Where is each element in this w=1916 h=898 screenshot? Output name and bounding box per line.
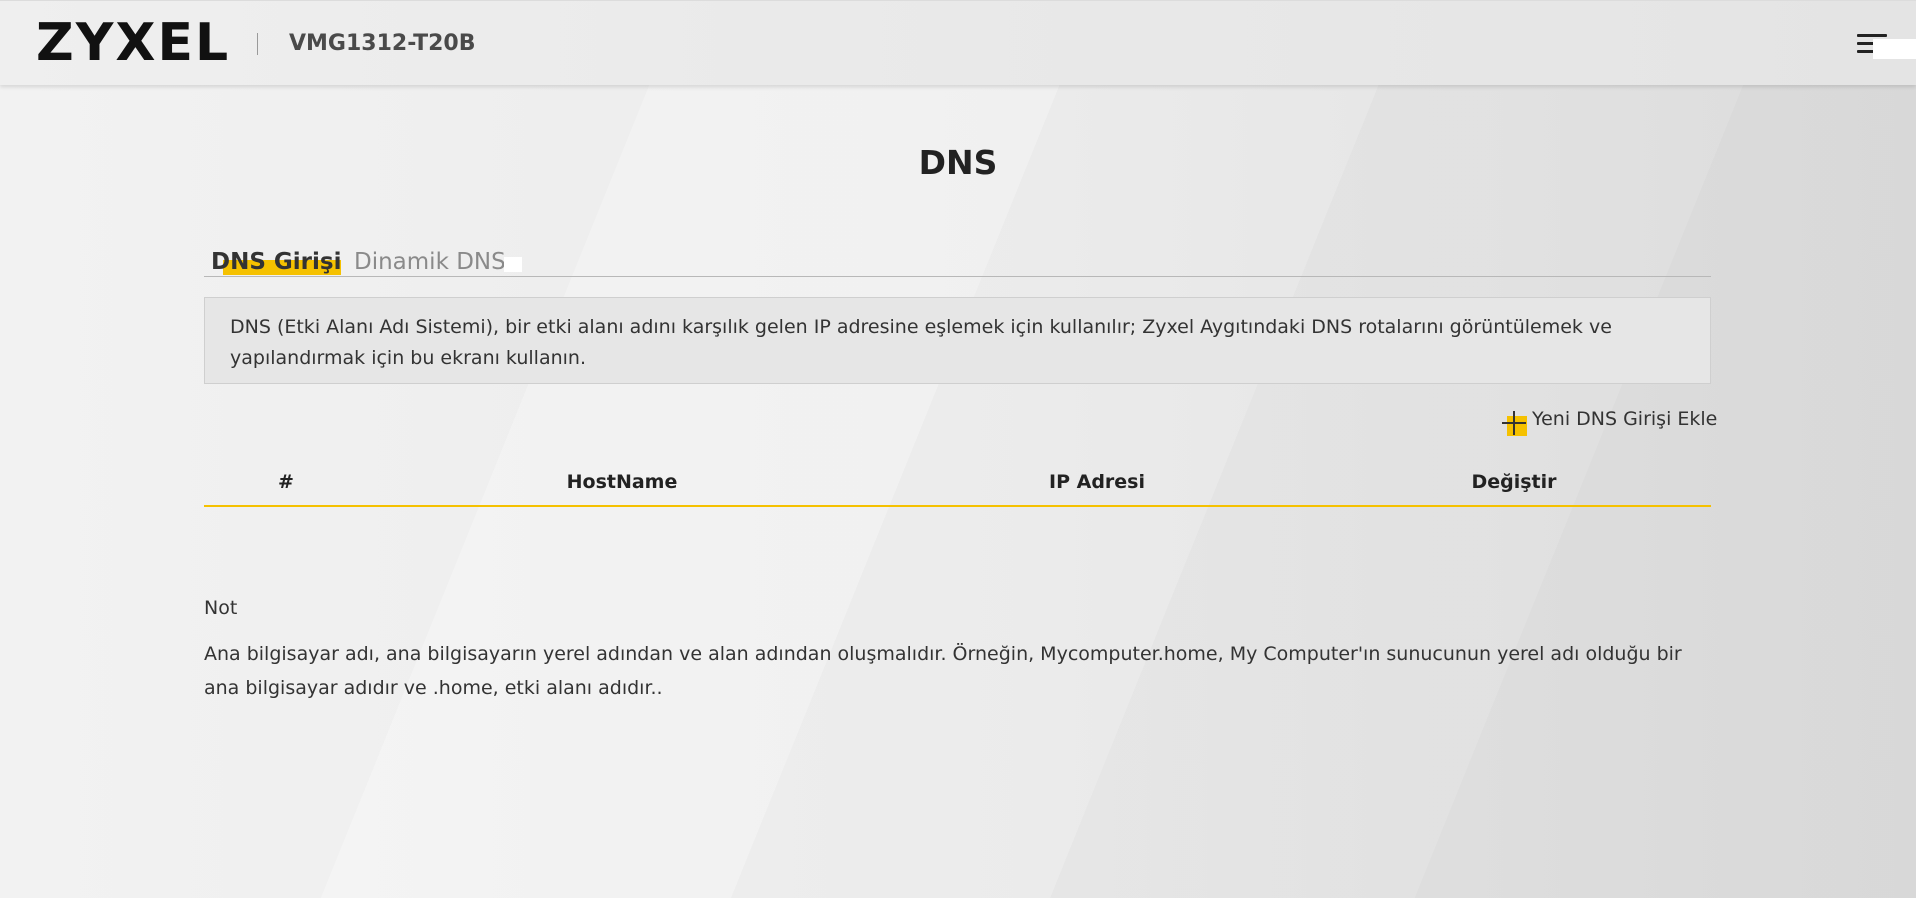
- add-dns-entry-label[interactable]: Yeni DNS Girişi Ekle: [1532, 406, 1717, 433]
- tab-bar: DNS Girişi Dinamik DNS: [204, 246, 1711, 277]
- tab-dns-entry[interactable]: DNS Girişi: [211, 248, 341, 276]
- dns-table-header: # HostName IP Adresi Değiştir: [204, 465, 1711, 507]
- corner-patch: [1873, 39, 1916, 59]
- tab-label: Dinamik DNS: [354, 249, 506, 275]
- plus-icon[interactable]: [1502, 409, 1528, 436]
- top-bar: ZYXEL VMG1312-T20B: [0, 0, 1916, 85]
- column-header-hostname: HostName: [566, 471, 678, 493]
- menu-line: [1857, 34, 1887, 37]
- device-model: VMG1312-T20B: [289, 31, 476, 56]
- tab-dynamic-dns[interactable]: Dinamik DNS: [354, 248, 520, 276]
- page-title: DNS: [918, 143, 998, 182]
- info-description: DNS (Etki Alanı Adı Sistemi), bir etki a…: [204, 297, 1711, 384]
- note-title: Not: [204, 597, 238, 619]
- plus-icon-highlight: [1507, 416, 1527, 436]
- tab-patch: [504, 257, 522, 272]
- column-header-modify: Değiştir: [1471, 471, 1557, 493]
- tab-label: DNS Girişi: [211, 249, 342, 275]
- column-header-index: #: [278, 471, 294, 493]
- header-divider: [257, 33, 258, 55]
- note-text: Ana bilgisayar adı, ana bilgisayarın yer…: [204, 643, 1682, 699]
- plus-icon-vertical: [1513, 411, 1515, 435]
- column-header-ip-address: IP Adresi: [1049, 471, 1145, 493]
- zyxel-logo[interactable]: ZYXEL: [36, 15, 230, 71]
- add-dns-entry-button[interactable]: Yeni DNS Girişi Ekle: [1502, 406, 1717, 436]
